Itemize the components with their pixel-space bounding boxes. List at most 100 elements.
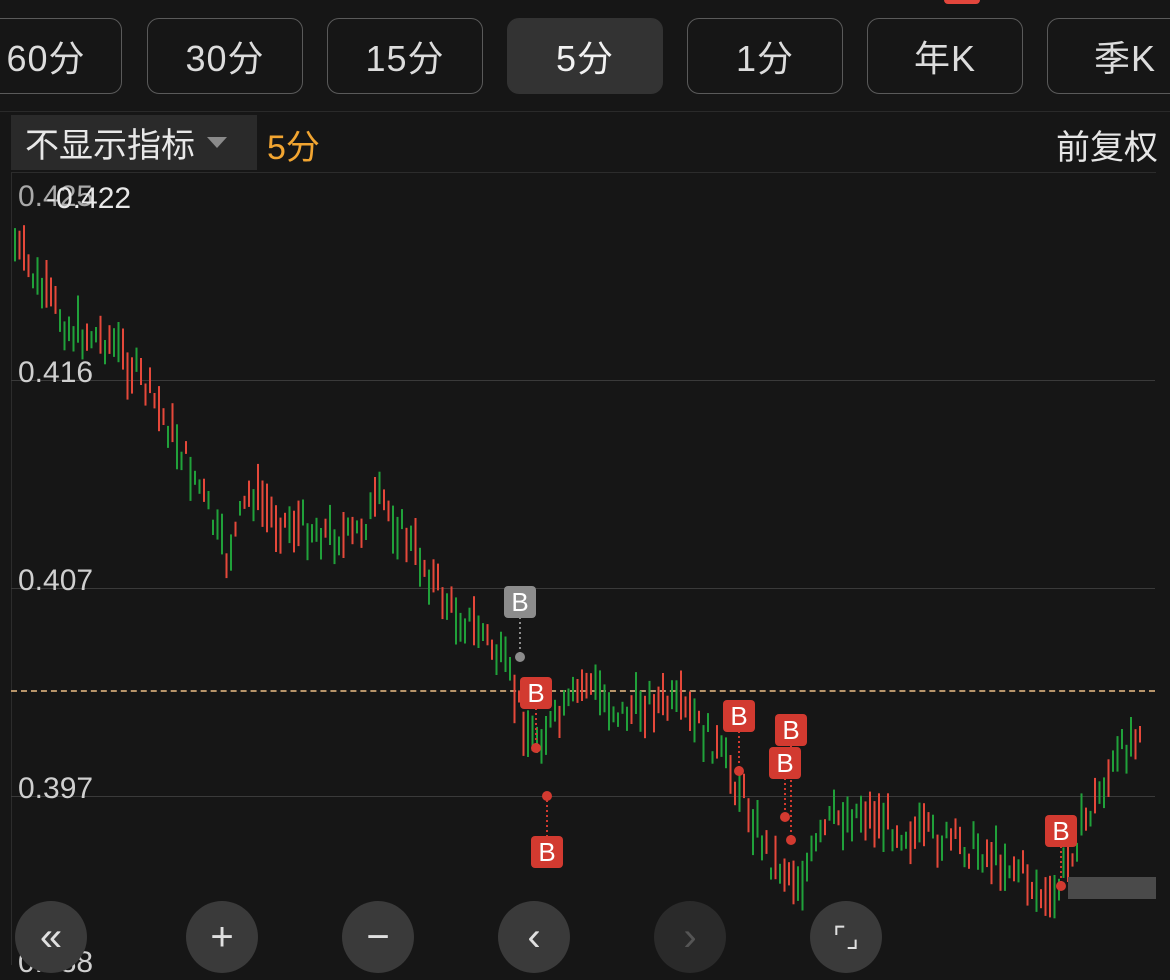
candle — [698, 710, 700, 724]
candle — [738, 773, 741, 812]
candle — [189, 456, 192, 501]
candle — [162, 408, 165, 425]
candle — [756, 800, 759, 838]
candle — [477, 615, 480, 648]
candle — [851, 809, 853, 842]
candle — [351, 516, 354, 545]
candle — [320, 528, 322, 560]
zoom-out-button[interactable]: − — [342, 901, 414, 973]
candle — [1004, 843, 1006, 891]
candle — [626, 706, 628, 731]
zoom-in-button[interactable]: + — [186, 901, 258, 973]
candle — [963, 847, 966, 868]
buy-marker[interactable]: B — [723, 700, 755, 732]
candle — [932, 814, 934, 839]
candle — [941, 835, 943, 861]
candle — [554, 699, 556, 722]
candle — [221, 513, 223, 555]
candle — [347, 517, 349, 536]
candle — [198, 479, 201, 494]
candle — [45, 260, 48, 308]
candle — [792, 860, 795, 905]
candle — [194, 470, 196, 485]
candle — [545, 716, 547, 755]
candle — [612, 706, 615, 723]
marker-dot — [734, 766, 744, 776]
candle — [1085, 807, 1087, 831]
candle — [302, 499, 304, 526]
buy-marker[interactable]: B — [775, 714, 807, 746]
candle — [441, 587, 444, 620]
candle — [1031, 881, 1033, 899]
marker-dot — [515, 652, 525, 662]
candle — [819, 819, 822, 843]
prev-button[interactable]: ‹ — [498, 901, 570, 973]
buy-marker[interactable]: B — [520, 677, 552, 709]
candle — [765, 830, 768, 854]
candle — [450, 586, 453, 613]
marker-label: B — [1052, 816, 1069, 846]
candle — [788, 862, 790, 886]
candle — [473, 596, 475, 646]
candle — [405, 527, 408, 563]
candle — [918, 802, 921, 843]
candle — [180, 451, 183, 471]
candle — [689, 691, 691, 731]
candle — [1013, 856, 1015, 882]
candle — [369, 492, 372, 520]
candle — [900, 834, 903, 851]
candle — [77, 295, 79, 343]
candle — [410, 525, 412, 551]
candle — [378, 471, 381, 505]
candle — [734, 781, 736, 806]
candle — [995, 825, 997, 866]
candle — [324, 518, 327, 538]
candle — [1022, 850, 1024, 874]
candle — [653, 694, 655, 733]
candle — [266, 483, 268, 533]
buy-marker[interactable]: B — [531, 836, 563, 868]
candle — [923, 803, 925, 847]
candle — [432, 559, 435, 593]
candle — [522, 711, 525, 756]
candle — [126, 352, 129, 400]
candle — [27, 254, 30, 278]
candle — [482, 623, 484, 641]
candle — [365, 524, 367, 540]
candle — [761, 835, 763, 861]
candle — [167, 425, 169, 448]
candle — [360, 518, 363, 548]
candle — [725, 737, 727, 769]
candle — [1089, 810, 1092, 827]
candle — [860, 795, 862, 833]
candle — [513, 674, 516, 724]
candle — [1080, 793, 1083, 836]
candle — [59, 309, 61, 332]
candle — [86, 323, 88, 351]
buy-marker[interactable]: B — [1045, 815, 1077, 847]
candle — [797, 866, 799, 901]
candle — [333, 529, 336, 565]
candle — [257, 463, 259, 511]
buy-marker[interactable]: B — [504, 586, 536, 618]
candle — [252, 489, 255, 522]
fullscreen-button[interactable]: ⌜⌟ — [810, 901, 882, 973]
candle — [864, 801, 867, 841]
next-button[interactable]: › — [654, 901, 726, 973]
candle — [680, 670, 682, 720]
rewind-button[interactable]: « — [15, 901, 87, 973]
candle — [36, 257, 39, 295]
candle — [639, 690, 642, 732]
candle — [248, 480, 250, 507]
candle — [873, 801, 876, 848]
candle — [981, 854, 984, 873]
candle — [837, 810, 840, 826]
candle — [594, 664, 597, 700]
candle — [18, 230, 21, 260]
candle — [950, 828, 952, 851]
candle — [779, 863, 781, 884]
candle — [716, 725, 718, 759]
candle — [1116, 736, 1119, 772]
candle — [207, 491, 210, 510]
buy-marker[interactable]: B — [769, 747, 801, 779]
